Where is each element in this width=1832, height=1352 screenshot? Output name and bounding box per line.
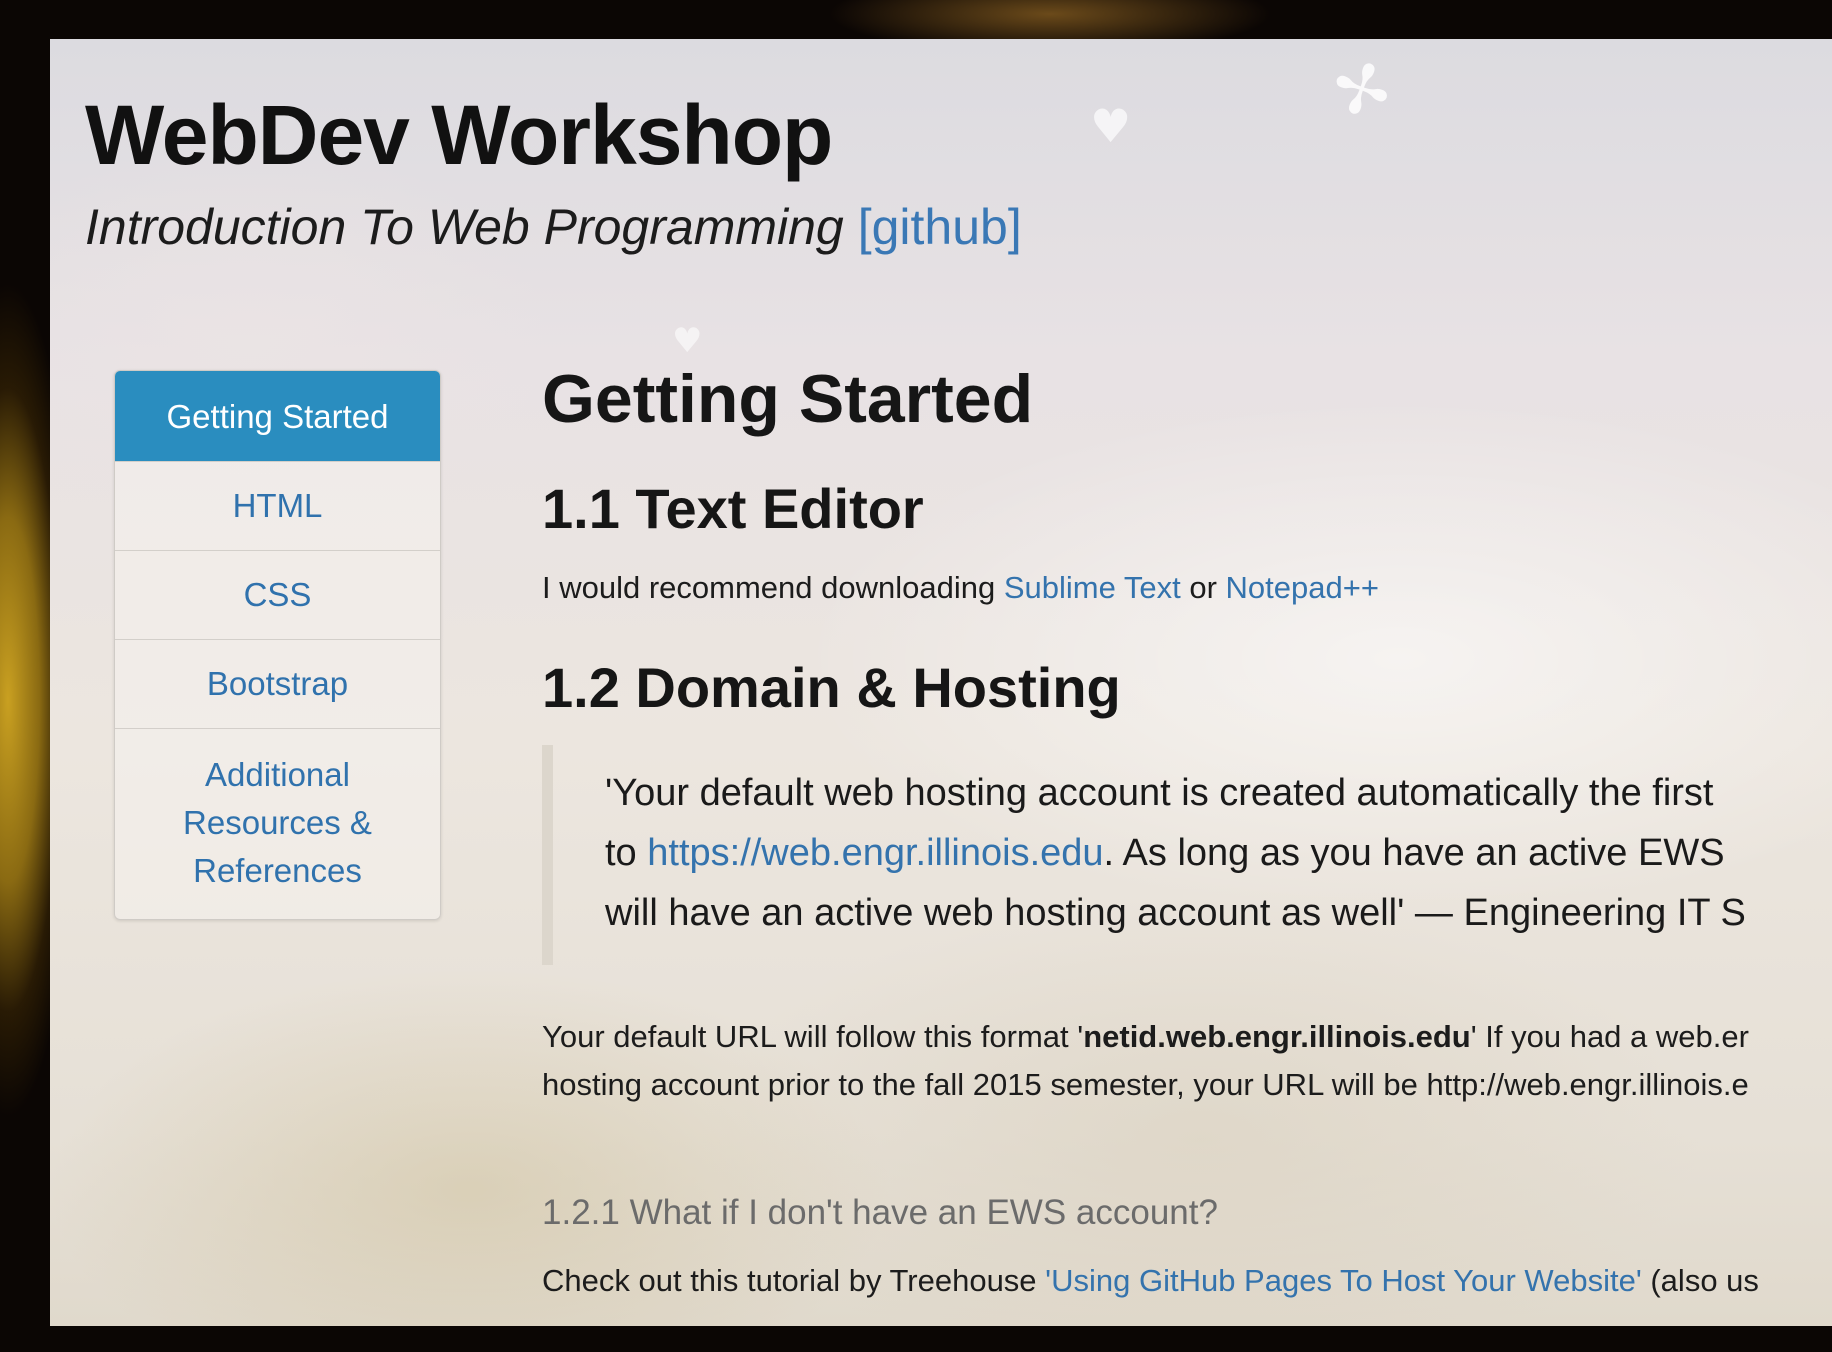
notepad-link[interactable]: Notepad++ [1226, 570, 1379, 605]
sidebar-item-bootstrap[interactable]: Bootstrap [115, 639, 440, 728]
domain-hosting-heading: 1.2 Domain & Hosting [542, 655, 1121, 719]
sidebar-item-getting-started[interactable]: Getting Started [115, 371, 440, 461]
sidebar-item-css[interactable]: CSS [115, 550, 440, 639]
default-url-paragraph: Your default URL will follow this format… [542, 1013, 1832, 1109]
github-link[interactable]: [github] [858, 199, 1022, 255]
engineering-it-quote: 'Your default web hosting account is cre… [542, 744, 1832, 965]
nav-label-line: References [193, 852, 362, 889]
no-ews-heading: 1.2.1 What if I don't have an EWS accoun… [542, 1192, 1218, 1232]
subtitle-text: Introduction To Web Programming [85, 199, 844, 256]
sidebar-item-additional-resources[interactable]: Additional Resources & References [115, 728, 440, 919]
paragraph-text: or [1180, 569, 1226, 605]
screenshot-frame: ✢ ♥ ♥ WebDev Workshop Introduction To We… [0, 0, 1832, 1352]
sidebar-item-html[interactable]: HTML [115, 461, 440, 550]
quote-line: 'Your default web hosting account is cre… [605, 771, 1714, 814]
nav-label-line: Resources & [183, 804, 372, 841]
github-pages-tutorial-link[interactable]: 'Using GitHub Pages To Host Your Website… [1045, 1263, 1642, 1298]
paragraph-text: hosting account prior to the fall 2015 s… [542, 1066, 1749, 1102]
url-format-bold: netid.web.engr.illinois.edu [1083, 1018, 1471, 1054]
site-header: WebDev Workshop Introduction To Web Prog… [85, 89, 1785, 257]
paragraph-text: I would recommend downloading [542, 569, 1004, 605]
sidebar-nav: Getting Started HTML CSS Bootstrap Addit… [114, 370, 441, 920]
text-editor-heading: 1.1 Text Editor [542, 476, 924, 540]
page-title: Getting Started [542, 361, 1034, 437]
sublime-text-link[interactable]: Sublime Text [1004, 570, 1181, 605]
paragraph-text: (also us [1641, 1262, 1759, 1298]
paragraph-text: Check out this tutorial by Treehouse [542, 1262, 1046, 1298]
site-title: WebDev Workshop [85, 88, 833, 182]
nav-label-line: Additional [205, 756, 350, 793]
text-editor-paragraph: I would recommend downloading Sublime Te… [542, 564, 1832, 612]
treehouse-paragraph: Check out this tutorial by Treehouse 'Us… [542, 1257, 1832, 1305]
paragraph-text: ' If you had a web.er [1470, 1018, 1749, 1054]
quote-line: will have an active web hosting account … [605, 891, 1746, 934]
site-subtitle: Introduction To Web Programming [github] [85, 197, 1785, 257]
paragraph-text: Your default URL will follow this format… [542, 1018, 1084, 1054]
quote-text: . As long as you have an active EWS [1103, 831, 1725, 874]
butterfly-icon: ♥ [672, 321, 703, 361]
web-page: ✢ ♥ ♥ WebDev Workshop Introduction To We… [50, 39, 1832, 1326]
main-content: Getting Started 1.1 Text Editor I would … [542, 359, 1832, 1305]
quote-text: to [605, 831, 648, 874]
web-engr-link[interactable]: https://web.engr.illinois.edu [647, 832, 1103, 874]
